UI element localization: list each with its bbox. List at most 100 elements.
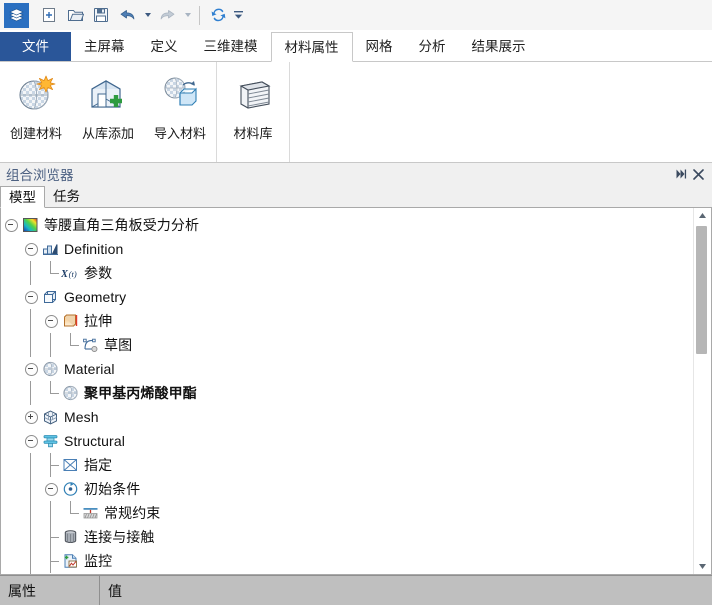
tab-definition[interactable]: 定义 (138, 32, 191, 62)
material-library-button[interactable]: 材料库 (217, 62, 289, 158)
create-material-button[interactable]: 创建材料 (0, 62, 72, 158)
tree-row-root[interactable]: 等腰直角三角板受力分析 (1, 213, 693, 237)
customize-toolbar-button[interactable] (231, 3, 245, 28)
overflow-chevron-icon (233, 11, 243, 19)
tree-indent (21, 573, 41, 574)
expander-collapse[interactable] (41, 573, 61, 574)
scroll-down-button[interactable] (694, 559, 711, 574)
tree-label: 初始条件 (84, 481, 141, 497)
tree-row-mesh[interactable]: Mesh (1, 405, 693, 429)
tab-material-properties[interactable]: 材料属性 (270, 32, 353, 62)
tree-row-assign[interactable]: 指定 (1, 453, 693, 477)
redo-button[interactable] (154, 3, 180, 28)
model-tree-container: 等腰直角三角板受力分析 Definition X (t) 参数 Geometry… (0, 208, 712, 575)
expander-collapse[interactable] (21, 237, 41, 261)
tab-file[interactable]: 文件 (0, 32, 71, 61)
tree-indent (21, 261, 41, 285)
import-material-button[interactable]: 导入材料 (144, 62, 216, 158)
tree-label: Definition (64, 241, 124, 257)
material-sphere-icon (61, 382, 80, 404)
tab-home[interactable]: 主屏幕 (71, 32, 138, 62)
chevron-down-icon (144, 13, 151, 17)
tree-row-sketch[interactable]: 草图 (1, 333, 693, 357)
redo-dropdown-button[interactable] (180, 3, 194, 28)
monitor-icon (61, 550, 80, 572)
extrude-icon (61, 310, 80, 332)
tree-label: 草图 (104, 337, 133, 353)
tree-indent (41, 333, 61, 357)
tree-label: Material (64, 361, 115, 377)
geometry-icon (41, 286, 60, 308)
tree-row-geometry[interactable]: Geometry (1, 285, 693, 309)
tree-row-step-1[interactable]: step-1：通用静力分析 (1, 573, 693, 574)
open-file-button[interactable] (62, 3, 88, 28)
new-file-button[interactable] (36, 3, 62, 28)
tree-row-material[interactable]: Material (1, 357, 693, 381)
import-material-label: 导入材料 (153, 126, 206, 141)
panel-title-text: 组合浏览器 (6, 168, 74, 183)
tree-indent (21, 453, 41, 477)
tree-indent (41, 501, 61, 525)
undo-button[interactable] (114, 3, 140, 28)
scroll-up-button[interactable] (694, 208, 711, 223)
initial-condition-icon (61, 478, 80, 500)
tree-row-general-constraint[interactable]: 常规约束 (1, 501, 693, 525)
tree-row-connections-contacts[interactable]: 连接与接触 (1, 525, 693, 549)
expander-expand[interactable] (21, 405, 41, 429)
svg-text:(t): (t) (69, 269, 77, 279)
tree-row-initial-condition[interactable]: 初始条件 (1, 477, 693, 501)
tree-row-pmma[interactable]: 聚甲基丙烯酸甲酯 (1, 381, 693, 405)
tree-indent (21, 501, 41, 525)
tree-label: 指定 (84, 457, 113, 473)
tab-model[interactable]: 模型 (0, 186, 45, 208)
tree-label: Mesh (64, 409, 99, 425)
tab-analysis[interactable]: 分析 (406, 32, 459, 62)
expander-collapse[interactable] (41, 309, 61, 333)
toolbar-divider (199, 5, 200, 25)
tree-label: Geometry (64, 289, 127, 305)
panel-titlebar: 组合浏览器 (0, 163, 712, 185)
auto-hide-button[interactable] (673, 165, 688, 183)
expander-collapse[interactable] (1, 213, 21, 237)
tree-label: 监控 (84, 553, 113, 569)
tab-results[interactable]: 结果展示 (459, 32, 539, 62)
tree-indent (21, 477, 41, 501)
tree-row-monitor[interactable]: 监控 (1, 549, 693, 573)
tree-label: 拉伸 (84, 313, 113, 329)
tree-row-extrude[interactable]: 拉伸 (1, 309, 693, 333)
tree-row-parameters[interactable]: X (t) 参数 (1, 261, 693, 285)
refresh-button[interactable] (205, 3, 231, 28)
tab-3d-modeling[interactable]: 三维建模 (191, 32, 271, 62)
property-column-header[interactable]: 属性 (0, 576, 100, 605)
material-library-icon (231, 71, 275, 117)
close-panel-button[interactable] (691, 165, 706, 183)
add-from-library-button[interactable]: 从库添加 (72, 62, 144, 158)
save-button[interactable] (88, 3, 114, 28)
tab-mesh[interactable]: 网格 (353, 32, 406, 62)
tree-row-definition[interactable]: Definition (1, 237, 693, 261)
assign-icon (61, 454, 80, 476)
double-chevron-right-icon (676, 169, 686, 179)
mesh-cube-icon (41, 406, 60, 428)
tab-tasks[interactable]: 任务 (45, 186, 88, 208)
expander-collapse[interactable] (21, 429, 41, 453)
scrollbar-thumb[interactable] (696, 226, 707, 354)
tree-row-structural[interactable]: Structural (1, 429, 693, 453)
constraint-icon (81, 502, 100, 524)
expander-collapse[interactable] (41, 477, 61, 501)
value-column-header[interactable]: 值 (100, 576, 712, 605)
application-icon[interactable] (4, 2, 29, 28)
parameter-xt-icon: X (t) (61, 262, 80, 284)
tree-elbow (41, 525, 61, 549)
tree-vertical-scrollbar[interactable] (693, 208, 711, 574)
expander-collapse[interactable] (21, 285, 41, 309)
expander-collapse[interactable] (21, 357, 41, 381)
undo-dropdown-button[interactable] (140, 3, 154, 28)
tree-indent (21, 309, 41, 333)
